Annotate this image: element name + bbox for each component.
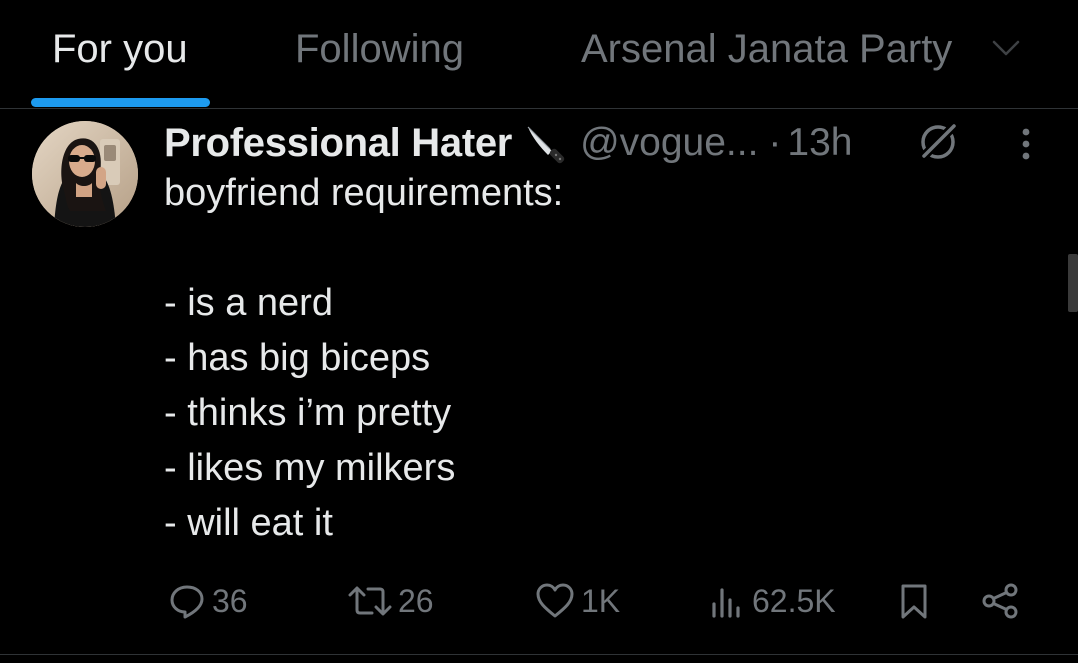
post-text-line: boyfriend requirements:	[164, 172, 564, 214]
post[interactable]: Professional Hater @vogue... · 13h boyfr…	[0, 110, 1078, 655]
post-text-line	[164, 221, 1044, 276]
post-timestamp[interactable]: 13h	[787, 121, 852, 165]
more-options-icon[interactable]	[1012, 124, 1040, 164]
reply-count: 36	[212, 582, 248, 619]
avatar[interactable]	[32, 121, 138, 227]
timeline-tabs: For you Following Arsenal Janata Party	[0, 0, 1078, 109]
heart-icon	[536, 583, 574, 618]
user-handle[interactable]: @vogue...	[580, 121, 758, 165]
chevron-down-icon[interactable]	[988, 30, 1024, 66]
views-count: 62.5K	[752, 582, 836, 619]
like-count: 1K	[581, 582, 621, 619]
share-icon	[982, 583, 1018, 619]
post-text-line: - is a nerd	[164, 282, 333, 324]
reply-button[interactable]: 36	[168, 578, 248, 624]
post-text-line: - likes my milkers	[164, 447, 456, 489]
display-name[interactable]: Professional Hater	[164, 121, 512, 166]
like-button[interactable]: 1K	[535, 578, 620, 624]
reply-icon	[170, 585, 204, 619]
scrollbar[interactable]	[1068, 254, 1078, 312]
post-text: boyfriend requirements: - is a nerd - ha…	[164, 166, 1044, 551]
analytics-icon	[712, 588, 740, 618]
repost-icon	[348, 586, 392, 616]
tab-for-you[interactable]: For you	[52, 26, 188, 72]
post-action-bar: 36 26 1K 62.5K	[0, 578, 1078, 624]
separator-dot: ·	[768, 121, 782, 164]
tab-following[interactable]: Following	[295, 26, 464, 72]
repost-button[interactable]: 26	[348, 578, 434, 624]
post-header: Professional Hater @vogue... · 13h	[164, 118, 853, 168]
avatar-photo	[32, 121, 138, 227]
post-text-line: - has big biceps	[164, 337, 431, 379]
repost-count: 26	[398, 582, 434, 619]
share-button[interactable]	[980, 578, 1020, 624]
bookmark-icon	[901, 584, 927, 619]
divider	[0, 654, 1078, 655]
bookmark-button[interactable]	[895, 578, 933, 624]
tab-arsenal-janata-party[interactable]: Arsenal Janata Party	[581, 26, 952, 72]
knife-icon	[527, 126, 565, 164]
grok-icon[interactable]	[914, 118, 962, 166]
post-text-line: - thinks i’m pretty	[164, 392, 452, 434]
views-button[interactable]: 62.5K	[708, 578, 836, 624]
post-text-line: - will eat it	[164, 502, 333, 544]
active-tab-indicator	[31, 98, 210, 107]
